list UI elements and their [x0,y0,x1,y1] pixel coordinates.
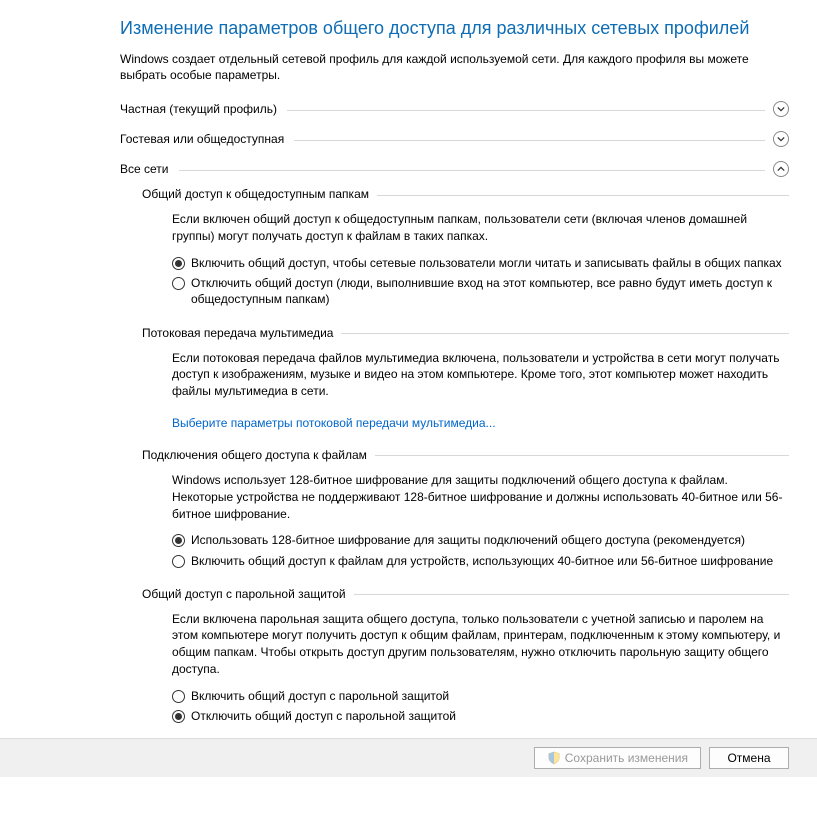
radio-icon [172,534,185,547]
intro-text: Windows создает отдельный сетевой профил… [120,51,789,83]
radio-icon [172,690,185,703]
profile-guest-label: Гостевая или общедоступная [120,132,292,146]
radio-icon [172,710,185,723]
public-folders-desc: Если включен общий доступ к общедоступны… [172,211,789,245]
radio-label: Включить общий доступ, чтобы сетевые пол… [191,255,782,271]
radio-password-on[interactable]: Включить общий доступ с парольной защито… [172,688,789,704]
divider [294,140,765,141]
file-connections-header: Подключения общего доступа к файлам [142,448,789,462]
divider [354,594,789,595]
password-sharing-desc: Если включена парольная защита общего до… [172,611,789,678]
divider [377,195,789,196]
radio-label: Включить общий доступ с парольной защито… [191,688,449,704]
save-button[interactable]: Сохранить изменения [534,747,701,769]
profile-all[interactable]: Все сети [120,161,789,177]
radio-public-folders-off[interactable]: Отключить общий доступ (люди, выполнивши… [172,275,789,307]
profile-private[interactable]: Частная (текущий профиль) [120,101,789,117]
profile-guest[interactable]: Гостевая или общедоступная [120,131,789,147]
chevron-down-icon [773,101,789,117]
divider [287,110,765,111]
public-folders-header: Общий доступ к общедоступным папкам [142,187,789,201]
radio-password-off[interactable]: Отключить общий доступ с парольной защит… [172,708,789,724]
page-title: Изменение параметров общего доступа для … [120,18,789,39]
radio-icon [172,555,185,568]
chevron-down-icon [773,131,789,147]
file-connections-radio-group: Использовать 128-битное шифрование для з… [172,532,789,568]
shield-icon [547,751,561,765]
cancel-button[interactable]: Отмена [709,747,789,769]
radio-label: Включить общий доступ к файлам для устро… [191,553,773,569]
radio-encryption-128[interactable]: Использовать 128-битное шифрование для з… [172,532,789,548]
password-sharing-header: Общий доступ с парольной защитой [142,587,789,601]
radio-icon [172,257,185,270]
radio-public-folders-on[interactable]: Включить общий доступ, чтобы сетевые пол… [172,255,789,271]
radio-label: Использовать 128-битное шифрование для з… [191,532,745,548]
password-sharing-title: Общий доступ с парольной защитой [142,587,354,601]
button-bar: Сохранить изменения Отмена [0,738,817,777]
all-networks-section: Общий доступ к общедоступным папкам Если… [142,187,789,724]
radio-icon [172,277,185,290]
media-streaming-desc: Если потоковая передача файлов мультимед… [172,350,789,400]
file-connections-title: Подключения общего доступа к файлам [142,448,375,462]
public-folders-radio-group: Включить общий доступ, чтобы сетевые пол… [172,255,789,308]
divider [341,333,789,334]
radio-label: Отключить общий доступ (люди, выполнивши… [191,275,789,307]
media-streaming-header: Потоковая передача мультимедиа [142,326,789,340]
chevron-up-icon [773,161,789,177]
media-streaming-title: Потоковая передача мультимедиа [142,326,341,340]
radio-encryption-40[interactable]: Включить общий доступ к файлам для устро… [172,553,789,569]
profile-private-label: Частная (текущий профиль) [120,102,285,116]
password-sharing-radio-group: Включить общий доступ с парольной защито… [172,688,789,724]
public-folders-title: Общий доступ к общедоступным папкам [142,187,377,201]
radio-label: Отключить общий доступ с парольной защит… [191,708,456,724]
file-connections-desc: Windows использует 128-битное шифрование… [172,472,789,522]
media-streaming-link[interactable]: Выберите параметры потоковой передачи му… [172,416,496,430]
profile-all-label: Все сети [120,162,177,176]
cancel-button-label: Отмена [727,751,770,765]
divider [179,170,766,171]
save-button-label: Сохранить изменения [565,751,688,765]
divider [375,455,789,456]
